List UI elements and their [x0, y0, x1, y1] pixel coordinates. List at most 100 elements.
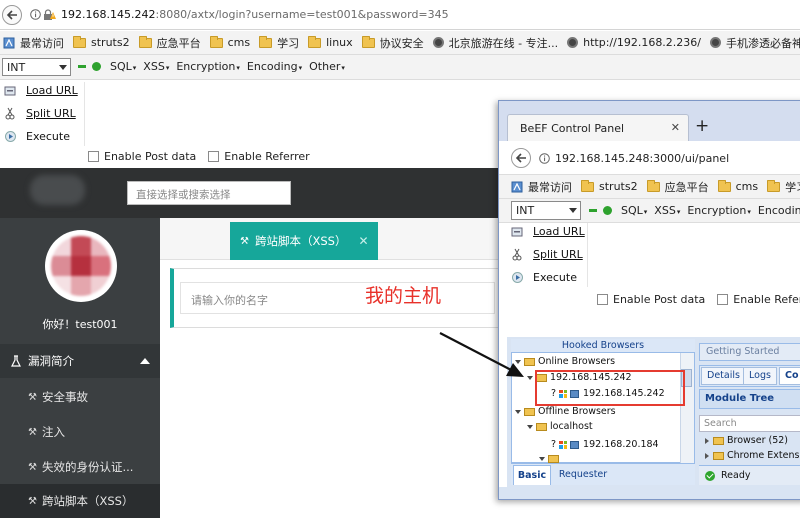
sidebar-item-security-incident[interactable]: ⚒ 安全事故: [0, 380, 160, 414]
enable-post-label: Enable Post data: [613, 293, 706, 306]
bookmark-folder[interactable]: linux: [308, 35, 353, 49]
tree-localhost[interactable]: localhost: [527, 421, 593, 432]
bookmark-label: cms: [735, 180, 759, 193]
back-button[interactable]: [511, 148, 531, 168]
enable-post-label: Enable Post data: [104, 150, 197, 163]
bookmarks-bar: 最常访问 struts2 应急平台 cms 学习 linux 协议安全 北京旅游…: [0, 31, 800, 55]
menu-other[interactable]: Other: [309, 60, 345, 73]
hooked-browsers-title: Hooked Browsers: [511, 339, 695, 353]
module-browser[interactable]: Browser (52): [705, 435, 788, 446]
execute-button[interactable]: Execute: [511, 271, 577, 284]
globe-icon: [710, 37, 722, 48]
bookmark-label: struts2: [91, 36, 130, 49]
split-url-button[interactable]: Split URL: [4, 107, 76, 120]
menu-sql[interactable]: SQL: [110, 60, 136, 73]
tab-title: BeEF Control Panel: [520, 122, 625, 135]
back-arrow-icon: [6, 10, 17, 20]
enable-referrer-checkbox[interactable]: [208, 151, 220, 162]
menu-xss[interactable]: XSS: [143, 60, 169, 73]
enable-post-checkbox[interactable]: [88, 151, 99, 162]
tab-logs[interactable]: Logs: [743, 367, 777, 385]
tab-details[interactable]: Details: [701, 367, 746, 385]
expand-icon: [539, 457, 545, 461]
globe-icon: [432, 37, 444, 48]
plus-icon[interactable]: [92, 62, 101, 71]
info-icon[interactable]: [30, 9, 41, 20]
bookmark-folder[interactable]: struts2: [581, 179, 638, 193]
status-text: Ready: [721, 470, 751, 481]
new-tab-plus-icon[interactable]: +: [695, 116, 709, 136]
minus-icon[interactable]: [589, 209, 597, 212]
bookmark-folder[interactable]: 协议安全: [361, 35, 424, 51]
tools-icon: ⚒: [28, 461, 37, 473]
flask-icon: [10, 355, 22, 367]
close-icon[interactable]: ✕: [671, 121, 680, 134]
nav-section-header[interactable]: 漏洞简介: [0, 344, 160, 378]
tools-icon: ⚒: [28, 495, 37, 507]
menu-encoding[interactable]: Encoding: [758, 204, 800, 217]
sidebar-item-label: 失效的身份认证...: [41, 460, 134, 474]
tab-requester[interactable]: Requester: [553, 467, 613, 485]
bookmark-folder[interactable]: 学习: [259, 35, 299, 51]
bookmark-folder[interactable]: cms: [209, 35, 250, 49]
menu-xss[interactable]: XSS: [654, 204, 680, 217]
folder-icon: [767, 179, 781, 192]
search-input[interactable]: 直接选择或搜索选择: [127, 181, 291, 205]
load-url-button[interactable]: Load URL: [4, 84, 78, 97]
bookmark-folder[interactable]: 学习: [767, 179, 800, 195]
status-bar: Ready: [699, 465, 800, 485]
load-url-button[interactable]: Load URL: [511, 225, 585, 238]
back-button[interactable]: [2, 5, 22, 25]
name-input[interactable]: 请输入你的名字: [180, 282, 495, 314]
tools-icon: ⚒: [28, 391, 37, 403]
bookmark-label: 学习: [785, 180, 800, 194]
getting-started-tab[interactable]: Getting Started: [699, 343, 800, 361]
tab-basic[interactable]: Basic: [513, 465, 551, 485]
info-icon[interactable]: [539, 153, 550, 164]
bookmark-folder[interactable]: cms: [717, 179, 759, 193]
module-search-input[interactable]: Search: [699, 415, 800, 432]
bookmark-link[interactable]: 手机渗透必备神器—...: [710, 35, 800, 51]
hackbar-type-select[interactable]: INT: [2, 58, 71, 76]
sidebar-item-xss[interactable]: ⚒ 跨站脚本（XSS）: [0, 484, 160, 518]
menu-encryption[interactable]: Encryption: [687, 204, 751, 217]
split-url-button[interactable]: Split URL: [511, 248, 583, 261]
module-chrome-extension[interactable]: Chrome Extension: [705, 450, 800, 461]
menu-sql[interactable]: SQL: [621, 204, 647, 217]
load-url-icon: [4, 85, 16, 97]
enable-post-checkbox[interactable]: [597, 294, 608, 305]
tree-offline-browsers[interactable]: Offline Browsers: [515, 406, 616, 417]
hackbar-type-select[interactable]: INT: [511, 201, 581, 220]
bookmark-folder[interactable]: struts2: [73, 35, 130, 49]
inner-url-text[interactable]: 192.168.145.248:3000/ui/panel: [555, 152, 729, 165]
tab-commands[interactable]: Co: [779, 367, 800, 385]
enable-referrer-checkbox[interactable]: [717, 294, 729, 305]
minus-icon[interactable]: [78, 65, 86, 68]
bookmark-folder[interactable]: 应急平台: [138, 35, 201, 51]
bookmark-folder[interactable]: 应急平台: [646, 179, 709, 195]
bookmark-link[interactable]: http://192.168.2.236/: [567, 36, 701, 49]
execute-button[interactable]: Execute: [4, 130, 70, 143]
menu-encoding[interactable]: Encoding: [247, 60, 302, 73]
annotation-label: 我的主机: [365, 285, 442, 307]
tree-online-browsers[interactable]: Online Browsers: [515, 356, 615, 367]
plus-icon[interactable]: [603, 206, 612, 215]
sidebar-item-broken-auth[interactable]: ⚒ 失效的身份认证...: [0, 450, 160, 484]
url-path: :8080/axtx/login?username=test001&passwo…: [155, 8, 449, 21]
url-text[interactable]: 192.168.145.242:8080/axtx/login?username…: [61, 8, 449, 21]
sidebar-item-injection[interactable]: ⚒ 注入: [0, 415, 160, 449]
chevron-down-icon: [59, 65, 67, 70]
hackbar-url-textarea[interactable]: [587, 223, 800, 287]
bookmark-link[interactable]: 北京旅游在线 - 专注...: [432, 35, 558, 51]
bookmark-most-visited[interactable]: 最常访问: [3, 35, 64, 51]
close-icon[interactable]: ✕: [358, 234, 368, 248]
insecure-lock-icon[interactable]: [43, 9, 57, 21]
tab-xss[interactable]: ⚒ 跨站脚本（XSS） ✕: [230, 222, 378, 260]
bookmark-label: 协议安全: [379, 36, 424, 50]
bookmark-most-visited[interactable]: 最常访问: [511, 179, 572, 195]
menu-encryption[interactable]: Encryption: [176, 60, 240, 73]
tree-offline-host[interactable]: ? 192.168.20.184: [551, 439, 659, 450]
app-logo: [30, 175, 85, 205]
tree-offline-ip[interactable]: [539, 455, 562, 463]
tab-beef-control-panel[interactable]: BeEF Control Panel ✕: [507, 114, 689, 141]
